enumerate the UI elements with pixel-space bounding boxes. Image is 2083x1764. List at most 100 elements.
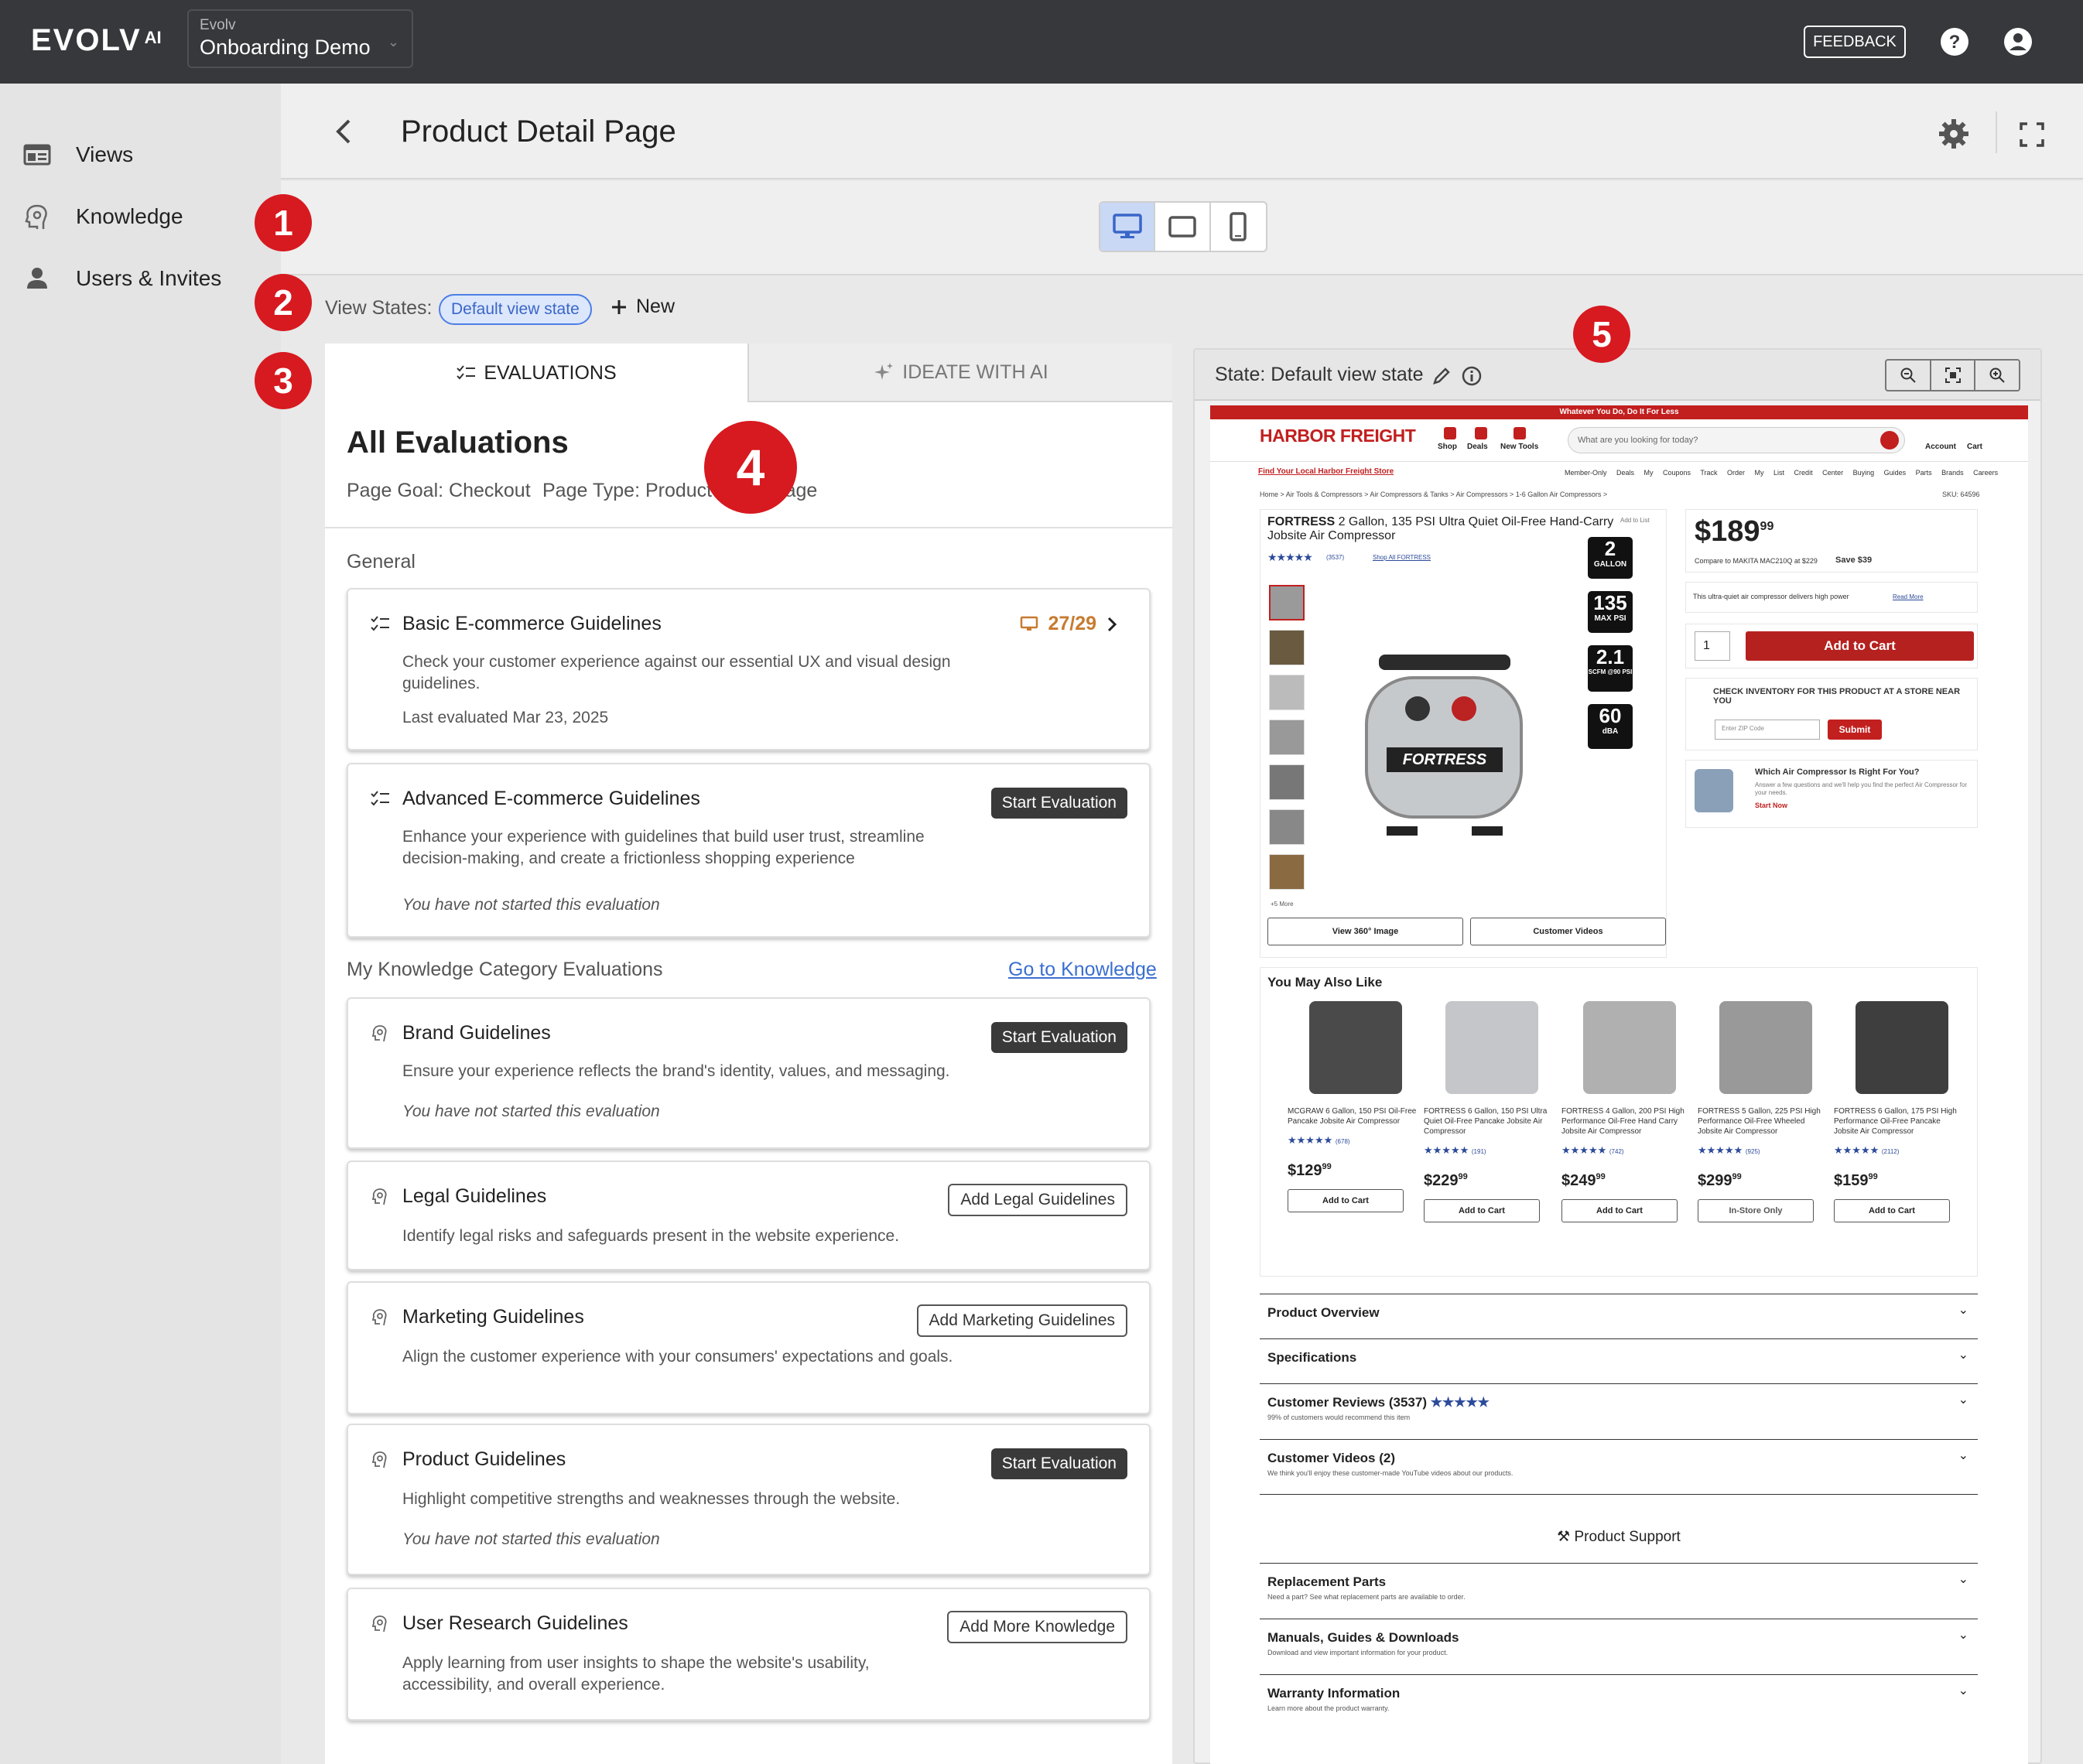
accordion-specifications[interactable]: Specifications ⌄ (1260, 1338, 1978, 1383)
evolv-logo[interactable]: EVOLV AI (31, 23, 162, 58)
new-view-state-button[interactable]: New (610, 296, 675, 318)
quiz-start-link[interactable]: Start Now (1755, 802, 1787, 809)
thumbnail[interactable] (1269, 585, 1305, 620)
thumbnail[interactable] (1269, 764, 1305, 800)
more-thumbnails[interactable]: +5 More (1271, 901, 1294, 908)
add-to-cart-button[interactable]: Add to Cart (1834, 1199, 1950, 1222)
step-badge-2: 2 (255, 274, 312, 331)
add-more-knowledge-button[interactable]: Add More Knowledge (947, 1611, 1127, 1643)
review-count[interactable]: (3537) (1326, 554, 1344, 561)
tab-ideate-with-ai[interactable]: IDEATE WITH AI (747, 344, 1172, 402)
go-to-knowledge-link[interactable]: Go to Knowledge (1008, 959, 1157, 981)
accordion-subtitle: Need a part? See what replacement parts … (1267, 1593, 1466, 1601)
quantity-stepper[interactable]: 1 (1695, 631, 1730, 661)
accordion-replacement-parts[interactable]: Replacement Parts Need a part? See what … (1260, 1563, 1978, 1619)
project-selector[interactable]: Evolv Onboarding Demo ⌄ (187, 9, 413, 68)
start-evaluation-button[interactable]: Start Evaluation (990, 1448, 1127, 1479)
tablet-view-button[interactable] (1155, 203, 1211, 251)
fullscreen-icon[interactable] (2018, 121, 2046, 149)
sidebar-item-views[interactable]: Views (22, 133, 133, 176)
recommended-item-name[interactable]: FORTRESS 6 Gallon, 175 PSI High Performa… (1834, 1106, 1965, 1137)
recommended-item-image[interactable] (1583, 1001, 1676, 1094)
recommended-item-image[interactable] (1445, 1001, 1538, 1094)
recommended-item[interactable]: FORTRESS 6 Gallon, 150 PSI Ultra Quiet O… (1424, 1001, 1555, 1222)
thumbnail[interactable] (1269, 675, 1305, 710)
thumbnail[interactable] (1269, 854, 1305, 890)
divider (1210, 461, 2028, 462)
recommended-item-name[interactable]: FORTRESS 5 Gallon, 225 PSI High Performa… (1698, 1106, 1829, 1137)
tab-evaluations[interactable]: EVALUATIONS (325, 344, 747, 402)
feedback-button[interactable]: FEEDBACK (1804, 26, 1906, 58)
accordion-product-overview[interactable]: Product Overview ⌄ (1260, 1294, 1978, 1338)
add-legal-guidelines-button[interactable]: Add Legal Guidelines (948, 1184, 1127, 1216)
add-to-cart-button[interactable]: Add to Cart (1746, 631, 1974, 661)
add-to-cart-button[interactable]: Add to Cart (1561, 1199, 1678, 1222)
mobile-view-button[interactable] (1211, 203, 1266, 251)
pencil-icon[interactable] (1431, 365, 1452, 387)
help-icon[interactable]: ? (1939, 26, 1970, 57)
sidebar: Views Knowledge Users & Invites (0, 84, 281, 1764)
nav-shop[interactable]: Shop (1438, 443, 1457, 451)
evaluation-score[interactable]: 27/29 (1020, 613, 1118, 635)
accordion-warranty[interactable]: Warranty Information Learn more about th… (1260, 1674, 1978, 1730)
info-icon[interactable] (1461, 365, 1483, 387)
recommended-item-image[interactable] (1856, 1001, 1948, 1094)
recommended-item[interactable]: FORTRESS 4 Gallon, 200 PSI High Performa… (1561, 1001, 1693, 1222)
accordion-manuals[interactable]: Manuals, Guides & Downloads Download and… (1260, 1619, 1978, 1674)
sidebar-item-users-invites[interactable]: Users & Invites (22, 257, 221, 300)
add-to-list-link[interactable]: Add to List (1620, 517, 1650, 524)
search-icon[interactable] (1880, 431, 1899, 450)
start-evaluation-button[interactable]: Start Evaluation (990, 1022, 1127, 1053)
thumbnail[interactable] (1269, 720, 1305, 755)
cart-link[interactable]: Cart (1967, 443, 1982, 451)
zip-submit-button[interactable]: Submit (1828, 720, 1882, 740)
account-icon[interactable] (2003, 26, 2033, 57)
checklist-icon (371, 616, 389, 631)
quiz-title[interactable]: Which Air Compressor Is Right For You? (1755, 767, 1919, 777)
sidebar-item-knowledge[interactable]: Knowledge (22, 195, 183, 238)
add-marketing-guidelines-button[interactable]: Add Marketing Guidelines (916, 1304, 1127, 1337)
shop-all-link[interactable]: Shop All FORTRESS (1373, 554, 1431, 561)
accordion-customer-videos[interactable]: Customer Videos (2) We think you'll enjo… (1260, 1439, 1978, 1495)
product-image[interactable]: FORTRESS (1356, 647, 1534, 840)
promo-banner[interactable]: Whatever You Do, Do It For Less (1210, 405, 2028, 419)
recommended-item-name[interactable]: FORTRESS 6 Gallon, 150 PSI Ultra Quiet O… (1424, 1106, 1555, 1137)
view-state-chip[interactable]: Default view state (439, 294, 592, 325)
recommended-item[interactable]: MCGRAW 6 Gallon, 150 PSI Oil-Free Pancak… (1288, 1001, 1419, 1212)
top-links[interactable]: Member-Only Deals My Coupons Track Order… (1565, 469, 1998, 477)
recommended-item-image[interactable] (1719, 1001, 1812, 1094)
nav-new-tools[interactable]: New Tools (1500, 443, 1538, 451)
top-bar: EVOLV AI Evolv Onboarding Demo ⌄ FEEDBACK… (0, 0, 2083, 84)
zip-code-input[interactable]: Enter ZIP Code (1715, 720, 1820, 740)
start-evaluation-button[interactable]: Start Evaluation (990, 788, 1127, 819)
product-title: FORTRESS 2 Gallon, 135 PSI Ultra Quiet O… (1267, 515, 1614, 542)
project-name: Onboarding Demo (200, 36, 371, 59)
recommended-item-name[interactable]: FORTRESS 4 Gallon, 200 PSI High Performa… (1561, 1106, 1693, 1137)
zoom-in-button[interactable] (1975, 361, 2019, 390)
read-more-link[interactable]: Read More (1893, 593, 1924, 600)
recommended-item-image[interactable] (1309, 1001, 1402, 1094)
customer-videos-button[interactable]: Customer Videos (1470, 918, 1666, 945)
recommended-item-name[interactable]: MCGRAW 6 Gallon, 150 PSI Oil-Free Pancak… (1288, 1106, 1419, 1126)
recommended-item[interactable]: FORTRESS 5 Gallon, 225 PSI High Performa… (1698, 1001, 1829, 1222)
fit-to-screen-button[interactable] (1931, 361, 1976, 390)
account-link[interactable]: Account (1925, 443, 1956, 451)
harbor-freight-logo[interactable]: HARBOR FREIGHT (1260, 426, 1416, 446)
breadcrumb[interactable]: Home > Air Tools & Compressors > Air Com… (1260, 491, 1607, 498)
in-store-only-button[interactable]: In-Store Only (1698, 1199, 1814, 1222)
recommended-item[interactable]: FORTRESS 6 Gallon, 175 PSI High Performa… (1834, 1001, 1965, 1222)
view-360-button[interactable]: View 360° Image (1267, 918, 1463, 945)
thumbnail[interactable] (1269, 630, 1305, 665)
add-to-cart-button[interactable]: Add to Cart (1288, 1189, 1404, 1212)
zoom-out-button[interactable] (1886, 361, 1931, 390)
gear-icon[interactable] (1938, 118, 1970, 150)
site-search-input[interactable]: What are you looking for today? (1568, 427, 1905, 453)
add-to-cart-button[interactable]: Add to Cart (1424, 1199, 1540, 1222)
accordion-customer-reviews[interactable]: Customer Reviews (3537) ★★★★★ 99% of cus… (1260, 1383, 1978, 1439)
find-store-link[interactable]: Find Your Local Harbor Freight Store (1258, 467, 1394, 476)
nav-deals[interactable]: Deals (1467, 443, 1488, 451)
thumbnail[interactable] (1269, 809, 1305, 845)
back-arrow-icon[interactable] (327, 115, 361, 149)
desktop-view-button[interactable] (1100, 203, 1156, 251)
evaluation-card-basic-ecommerce[interactable]: Basic E-commerce Guidelines 27/29 Check … (347, 588, 1151, 750)
